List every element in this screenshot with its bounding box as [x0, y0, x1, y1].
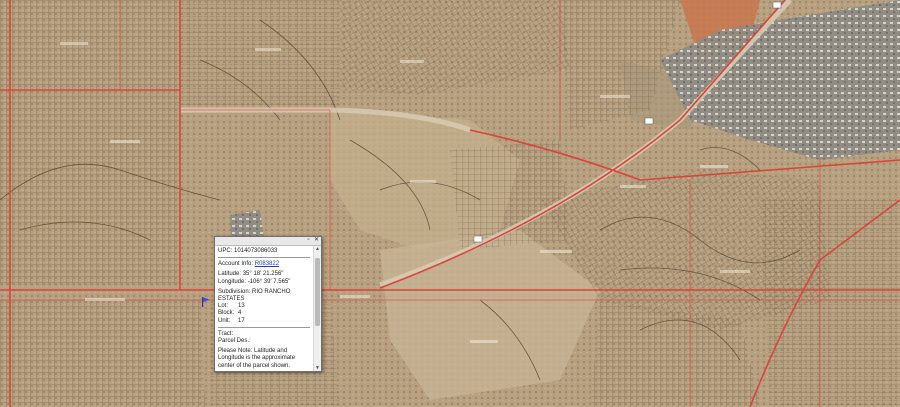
popup-content: UPC: 1014073086033 Account Info: R083822… — [215, 246, 313, 371]
latitude-label: Latitude: — [218, 271, 242, 278]
map-view[interactable]: ▫ ✕ UPC: 1014073086033 Account Info: R08… — [0, 0, 900, 407]
unit-label: Unit: — [218, 317, 231, 324]
close-icon[interactable]: ✕ — [313, 237, 320, 244]
lot-value: 13 — [238, 303, 245, 310]
upc-row: UPC: 1014073086033 — [218, 248, 310, 255]
subdivision-label: Subdivision: — [218, 288, 251, 295]
minimize-icon[interactable]: ▫ — [305, 237, 312, 244]
upc-label: UPC: — [218, 248, 233, 254]
scroll-down-icon[interactable]: ▼ — [314, 365, 321, 371]
popup-titlebar: ▫ ✕ — [215, 237, 321, 246]
lot-label: Lot: — [218, 303, 229, 310]
account-label: Account Info: — [218, 261, 254, 268]
aerial-imagery-layer — [0, 0, 900, 407]
parcel-des-label: Parcel Des.: — [218, 338, 251, 345]
longitude-label: Longitude: — [218, 278, 247, 285]
account-row: Account Info: R083822 — [218, 261, 310, 268]
divider — [218, 326, 310, 328]
popup-scrollbar[interactable]: ▲ ▼ — [313, 246, 321, 371]
longitude-row: Longitude: -106° 39' 7.565" — [218, 279, 310, 286]
upc-value: 1014073086033 — [234, 248, 278, 254]
block-value: 4 — [238, 310, 242, 317]
flag-marker-icon[interactable] — [202, 297, 210, 307]
divider — [218, 257, 310, 259]
block-label: Block: — [218, 310, 235, 317]
unit-value: 17 — [238, 317, 245, 324]
block-row: Block: 4 — [218, 310, 310, 317]
latitude-row: Latitude: 35° 18' 21.256" — [218, 271, 310, 278]
latitude-value: 35° 18' 21.256" — [242, 271, 284, 278]
lot-row: Lot: 13 — [218, 303, 310, 310]
longitude-value: -106° 39' 7.565" — [247, 278, 291, 285]
account-link[interactable]: R083822 — [255, 261, 279, 267]
unit-row: Unit: 17 — [218, 318, 310, 325]
note-text: Please Note: Latitude and Longitude is t… — [218, 348, 296, 369]
scroll-up-icon[interactable]: ▲ — [314, 246, 321, 252]
tract-label: Tract: — [218, 330, 234, 337]
subdivision-row: Subdivision: RIO RANCHO ESTATES — [218, 289, 310, 303]
parcel-info-popup: ▫ ✕ UPC: 1014073086033 Account Info: R08… — [214, 236, 322, 372]
scroll-thumb[interactable] — [315, 258, 320, 326]
